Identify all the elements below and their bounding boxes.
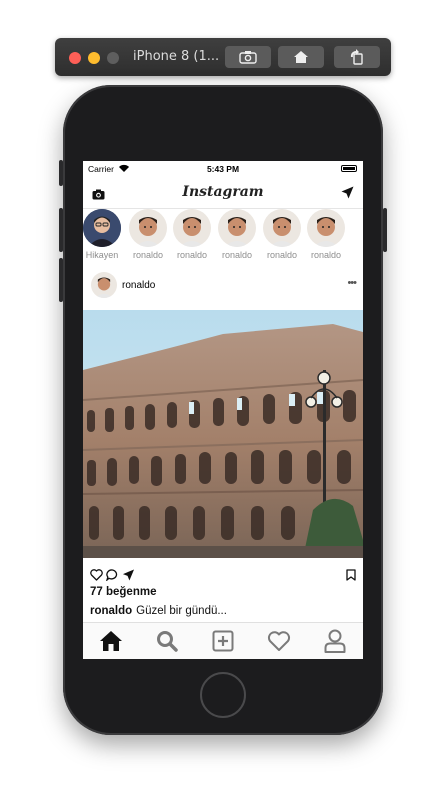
story-item-own[interactable]: Hikayen	[83, 209, 124, 260]
status-time: 5:43 PM	[206, 164, 240, 174]
avatar	[218, 209, 256, 247]
tab-activity[interactable]	[264, 627, 294, 655]
caption-username[interactable]: ronaldo	[90, 605, 132, 617]
bottom-tab-bar	[83, 622, 363, 659]
send-icon	[341, 186, 354, 199]
bookmark-button[interactable]	[346, 568, 356, 586]
post-photo[interactable]	[83, 310, 363, 558]
like-button[interactable]	[90, 568, 103, 586]
story-label: Hikayen	[85, 250, 119, 260]
likes-count[interactable]: 77 beğenme	[90, 586, 156, 598]
story-label: ronaldo	[176, 250, 208, 260]
tab-add-post[interactable]	[208, 627, 238, 655]
minimize-window-button[interactable]	[88, 52, 100, 64]
share-button[interactable]	[122, 568, 135, 586]
close-window-button[interactable]	[69, 52, 81, 64]
colosseum-image	[83, 310, 363, 558]
rotate-icon	[350, 49, 363, 65]
heart-icon	[90, 569, 103, 581]
heart-icon	[267, 631, 291, 651]
post-header: ronaldo •••	[83, 269, 363, 303]
top-nav-bar: Instagram	[83, 177, 363, 209]
story-item[interactable]: ronaldo	[304, 209, 348, 260]
comment-button[interactable]	[105, 568, 119, 586]
avatar	[129, 209, 167, 247]
comment-icon	[105, 569, 118, 582]
mute-switch	[59, 160, 63, 186]
post-actions	[83, 566, 363, 582]
story-label: ronaldo	[310, 250, 342, 260]
direct-message-button[interactable]	[341, 186, 354, 204]
bookmark-icon	[346, 569, 356, 581]
post-caption: ronaldo Güzel bir gündü...	[90, 605, 227, 617]
battery-icon	[341, 165, 357, 172]
story-label: ronaldo	[132, 250, 164, 260]
avatar	[263, 209, 301, 247]
story-label: ronaldo	[266, 250, 298, 260]
story-item[interactable]: ronaldo	[126, 209, 170, 260]
avatar	[83, 209, 121, 247]
rotate-button[interactable]	[334, 46, 380, 68]
profile-icon	[324, 629, 346, 653]
volume-down-button	[59, 258, 63, 302]
home-simulator-button[interactable]	[278, 46, 324, 68]
volume-up-button	[59, 208, 63, 252]
status-bar: Carrier 5:43 PM	[83, 161, 363, 177]
tab-profile[interactable]	[320, 627, 350, 655]
caption-text: Güzel bir gündü...	[136, 605, 227, 617]
simulator-title: iPhone 8 (1...	[133, 49, 220, 64]
stories-row: Hikayen ronaldo ronaldo ronaldo ronaldo	[83, 209, 363, 265]
tab-home[interactable]	[96, 627, 126, 655]
app-logo: Instagram	[182, 184, 264, 200]
app-screen: Carrier 5:43 PM Instagram Hikayen ronald…	[83, 161, 363, 659]
add-post-icon	[212, 630, 234, 652]
avatar[interactable]	[91, 272, 117, 298]
story-item[interactable]: ronaldo	[215, 209, 259, 260]
simulator-toolbar: iPhone 8 (1...	[55, 38, 391, 76]
post-username[interactable]: ronaldo	[122, 280, 155, 291]
tab-search[interactable]	[152, 627, 182, 655]
avatar	[307, 209, 345, 247]
more-options-button[interactable]: •••	[347, 277, 357, 289]
avatar	[173, 209, 211, 247]
story-label: ronaldo	[221, 250, 253, 260]
phone-home-button[interactable]	[200, 672, 246, 718]
zoom-window-button[interactable]	[107, 52, 119, 64]
send-icon	[122, 569, 135, 581]
screenshot-icon	[239, 51, 257, 64]
story-item[interactable]: ronaldo	[170, 209, 214, 260]
story-item[interactable]: ronaldo	[260, 209, 304, 260]
power-button	[383, 208, 387, 252]
home-outline-icon	[294, 51, 308, 63]
home-icon	[100, 631, 122, 651]
search-icon	[157, 631, 178, 652]
screenshot-button[interactable]	[225, 46, 271, 68]
